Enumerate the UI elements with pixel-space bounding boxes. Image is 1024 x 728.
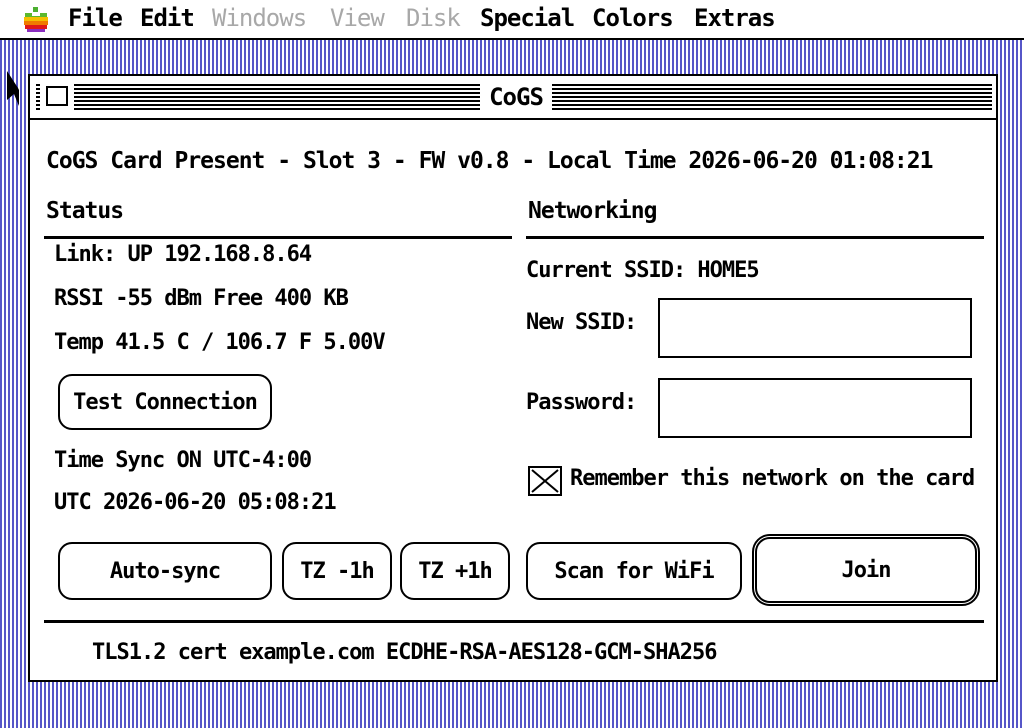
rssi-status: RSSI -55 dBm Free 400 KB — [54, 286, 349, 311]
current-ssid: Current SSID: HOME5 — [526, 258, 760, 283]
auto-sync-button[interactable]: Auto-sync — [58, 542, 272, 600]
menu-edit[interactable]: Edit — [140, 4, 195, 32]
menu-extras[interactable]: Extras — [694, 4, 776, 32]
mouse-pointer-icon — [7, 71, 19, 106]
new-ssid-input[interactable] — [658, 298, 972, 358]
remember-network-label[interactable]: Remember this network on the card — [570, 466, 975, 491]
tls-info: TLS1.2 cert example.com ECDHE-RSA-AES128… — [92, 640, 718, 665]
tz-plus-button[interactable]: TZ +1h — [400, 542, 510, 600]
menu-windows[interactable]: Windows — [212, 4, 307, 32]
password-input[interactable] — [658, 378, 972, 438]
cogs-window: CoGS CoGS Card Present - Slot 3 - FW v0.… — [28, 74, 998, 682]
title-stripes-right — [546, 84, 992, 110]
window-title: CoGS — [480, 82, 552, 112]
scan-wifi-button[interactable]: Scan for WiFi — [526, 542, 742, 600]
status-section-title: Status — [46, 198, 124, 224]
test-connection-button[interactable]: Test Connection — [58, 374, 272, 430]
temp-status: Temp 41.5 C / 106.7 F 5.00V — [54, 330, 386, 355]
check-x-icon — [531, 469, 559, 493]
networking-section-title: Networking — [528, 198, 657, 224]
close-box-icon[interactable] — [46, 86, 68, 106]
title-stripes-left — [36, 84, 484, 110]
remember-network-checkbox[interactable] — [528, 466, 562, 496]
menu-view[interactable]: View — [330, 4, 385, 32]
link-status: Link: UP 192.168.8.64 — [54, 242, 312, 267]
window-title-bar[interactable]: CoGS — [30, 76, 996, 120]
menu-bar: File Edit Windows View Disk Special Colo… — [0, 0, 1024, 40]
time-sync-status: Time Sync ON UTC-4:00 — [54, 448, 312, 473]
menu-colors[interactable]: Colors — [592, 4, 674, 32]
tz-minus-button[interactable]: TZ -1h — [282, 542, 392, 600]
utc-time: UTC 2026-06-20 05:08:21 — [54, 490, 337, 515]
menu-disk[interactable]: Disk — [406, 4, 461, 32]
menu-file[interactable]: File — [68, 4, 123, 32]
footer-divider — [44, 620, 984, 623]
card-status-header: CoGS Card Present - Slot 3 - FW v0.8 - L… — [46, 148, 933, 174]
join-button[interactable]: Join — [752, 534, 980, 606]
menu-special[interactable]: Special — [480, 4, 575, 32]
password-label: Password: — [526, 390, 637, 415]
apple-menu-icon[interactable] — [22, 6, 50, 34]
new-ssid-label: New SSID: — [526, 310, 637, 335]
networking-divider — [526, 236, 984, 239]
status-divider — [44, 236, 512, 239]
